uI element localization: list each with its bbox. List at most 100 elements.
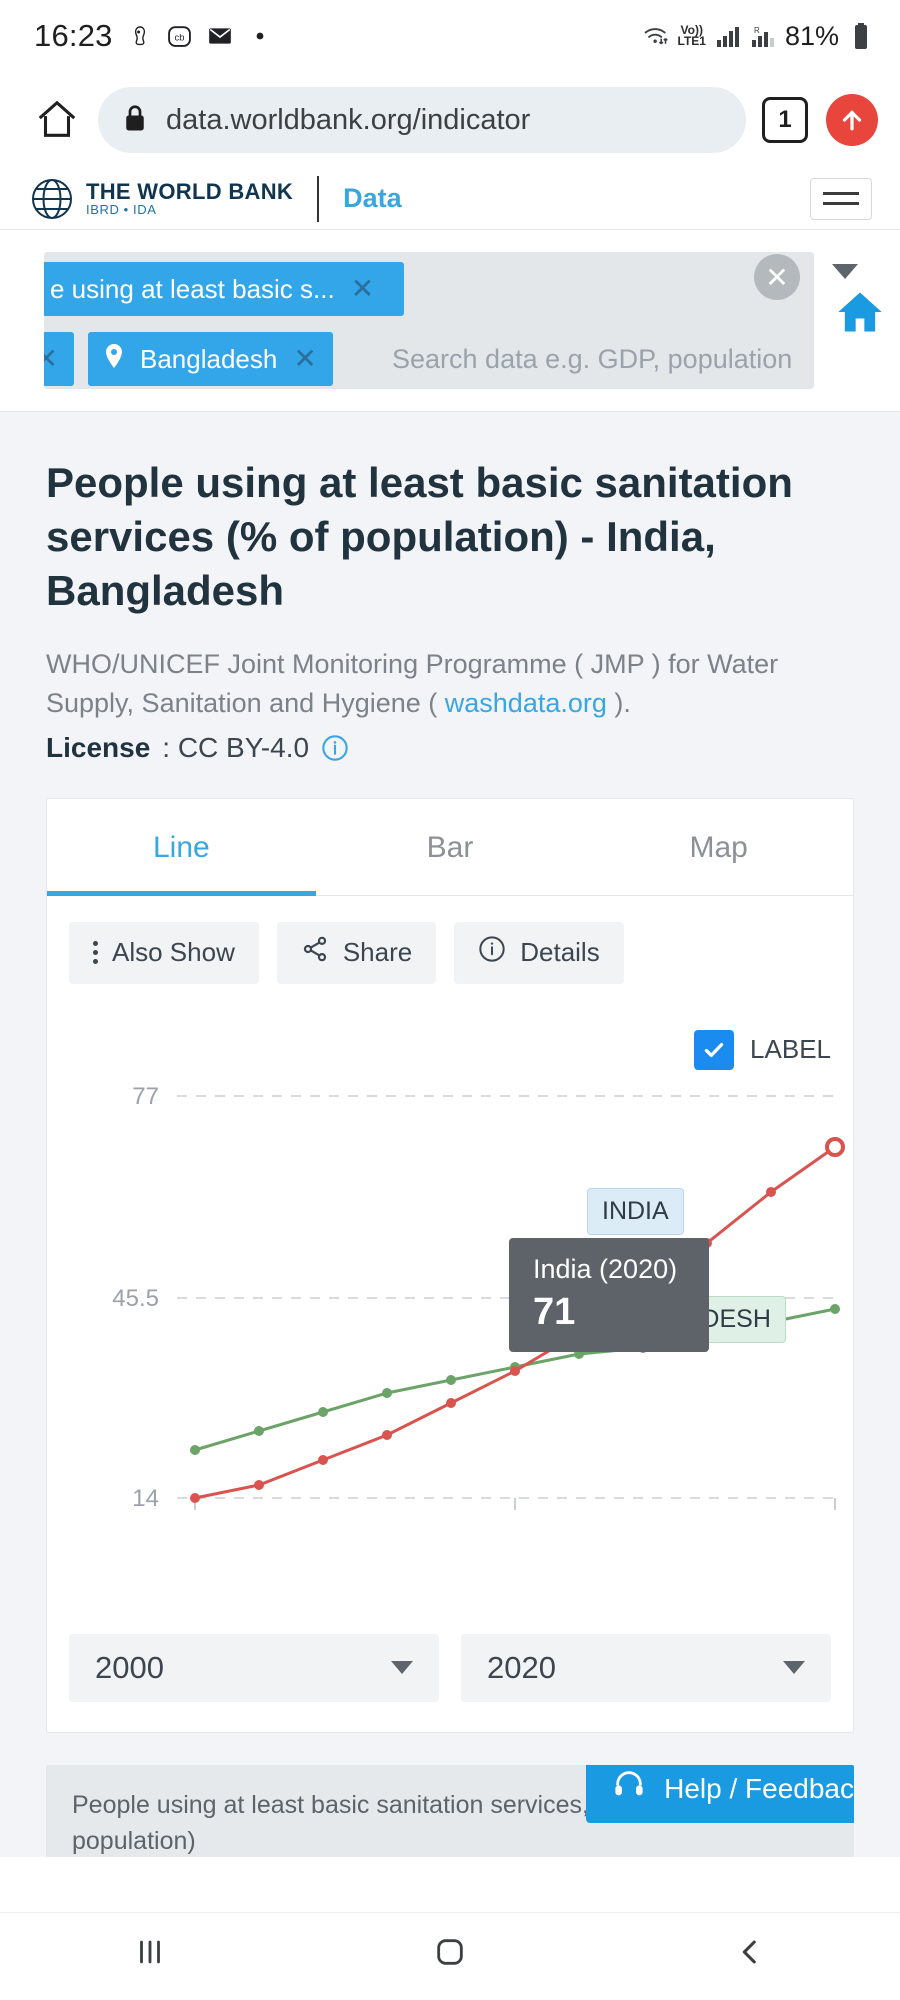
- svg-text:45.5: 45.5: [112, 1285, 159, 1312]
- globe-icon: [28, 175, 76, 223]
- hamburger-icon[interactable]: [810, 177, 872, 220]
- chip-country-bangladesh[interactable]: Bangladesh ✕: [88, 332, 333, 386]
- url-text: data.worldbank.org/indicator: [166, 103, 531, 136]
- close-icon[interactable]: ✕: [293, 345, 316, 373]
- wifi-icon: [643, 23, 669, 49]
- license-value: : CC BY-4.0: [162, 731, 310, 763]
- license-label: License: [46, 731, 151, 763]
- tab-count-button[interactable]: 1: [762, 97, 808, 143]
- close-icon[interactable]: ✕: [351, 275, 374, 303]
- worldbank-logo[interactable]: THE WORLD BANK IBRD • IDA: [28, 175, 293, 223]
- home-icon[interactable]: [26, 89, 88, 151]
- browser-toolbar: data.worldbank.org/indicator 1: [0, 72, 900, 168]
- info-circle-icon: [478, 935, 506, 970]
- chart-tabs: Line Bar Map: [47, 799, 853, 896]
- license-line: License : CC BY-4.0: [0, 724, 900, 764]
- also-show-button[interactable]: Also Show: [69, 921, 259, 984]
- help-feedback-button[interactable]: Help / Feedback: [586, 1764, 854, 1823]
- search-placeholder: Search data e.g. GDP, population: [392, 344, 793, 374]
- share-button[interactable]: Share: [276, 921, 437, 984]
- lock-icon: [122, 103, 148, 138]
- hamburger-line-2: [823, 202, 859, 205]
- kebab-icon: [93, 941, 98, 965]
- brand-title: THE WORLD BANK: [86, 179, 294, 205]
- site-header: THE WORLD BANK IBRD • IDA Data: [0, 168, 900, 230]
- back-chevron-icon[interactable]: [733, 1935, 767, 1978]
- clear-circle-icon[interactable]: ✕: [754, 254, 800, 300]
- source-text-post: ).: [606, 688, 631, 719]
- chart-toolbar: Also Show Share Details: [47, 896, 853, 994]
- caret-down-icon: [783, 1661, 805, 1675]
- home-blue-icon[interactable]: [834, 286, 886, 338]
- recents-icon[interactable]: [133, 1935, 167, 1978]
- search-field[interactable]: e using at least basic s... ✕ ✕ Banglade…: [44, 252, 814, 389]
- chart-tooltip: India (2020) 71: [509, 1237, 709, 1352]
- check-icon[interactable]: [694, 1029, 735, 1070]
- tab-count-label: 1: [778, 106, 792, 133]
- tab-bar[interactable]: Bar: [316, 799, 585, 895]
- svg-text:cb: cb: [175, 32, 185, 42]
- tooltip-value: 71: [533, 1290, 576, 1333]
- share-label: Share: [342, 937, 413, 968]
- info-icon[interactable]: [321, 734, 349, 762]
- year-to-value: 2020: [487, 1649, 556, 1685]
- svg-text:77: 77: [132, 1083, 159, 1110]
- volte-indicator: Vo)) LTE1: [677, 23, 706, 48]
- update-arrow-icon[interactable]: [826, 94, 878, 146]
- page-title: People using at least basic sanitation s…: [46, 459, 793, 614]
- signal-bars-icon-1: [715, 23, 741, 49]
- chip-country-india-partial[interactable]: ✕: [44, 332, 74, 386]
- volte-bottom: LTE1: [677, 34, 706, 48]
- brand-subtitle: IBRD • IDA: [86, 202, 157, 218]
- chip-indicator-label: e using at least basic s...: [50, 273, 335, 304]
- year-from-select[interactable]: 2000: [69, 1633, 439, 1702]
- details-label: Details: [520, 937, 600, 968]
- android-status-bar: 16:23 cb Vo)) LTE1 R 81%: [0, 0, 900, 72]
- label-toggle[interactable]: LABEL: [694, 1029, 831, 1070]
- caret-down-icon: [391, 1661, 413, 1675]
- svg-text:R: R: [754, 26, 760, 35]
- hamburger-line-1: [823, 192, 859, 195]
- close-icon[interactable]: ✕: [44, 345, 58, 373]
- mail-icon: [207, 23, 233, 49]
- bird-icon: [127, 23, 153, 49]
- source-text-pre: WHO/UNICEF Joint Monitoring Programme ( …: [46, 649, 779, 719]
- location-pin-icon: [104, 343, 124, 376]
- tab-line-label: Line: [152, 830, 210, 864]
- tab-line[interactable]: Line: [47, 799, 316, 896]
- status-bar-left: 16:23 cb: [34, 18, 273, 54]
- dot-icon: [247, 23, 273, 49]
- year-to-select[interactable]: 2020: [461, 1633, 831, 1702]
- logo-wordmark: THE WORLD BANK IBRD • IDA: [86, 180, 293, 217]
- chart-card: Line Bar Map Also Show Share Details LAB…: [46, 797, 854, 1733]
- series-india-highlight-point: [825, 1136, 845, 1157]
- related-indicator-bar[interactable]: People using at least basic sanitation s…: [46, 1764, 854, 1857]
- signal-bars-icon-2: R: [750, 23, 776, 49]
- also-show-label: Also Show: [112, 937, 235, 968]
- line-chart[interactable]: LABEL 77 45.5 14 INDIA India (2020) 71: [47, 1008, 853, 1608]
- chip-country-label: Bangladesh: [140, 343, 278, 374]
- series-label-india[interactable]: INDIA: [587, 1187, 684, 1235]
- url-bar[interactable]: data.worldbank.org/indicator: [98, 87, 746, 153]
- header-divider: [317, 175, 320, 222]
- battery-icon: [848, 23, 874, 49]
- search-zone: e using at least basic s... ✕ ✕ Banglade…: [0, 230, 900, 412]
- headset-icon: [612, 1767, 646, 1813]
- status-clock: 16:23: [34, 18, 113, 53]
- android-nav-bar: [0, 1912, 900, 2000]
- cb-badge-icon: cb: [167, 23, 193, 49]
- tab-map-label: Map: [689, 830, 748, 864]
- chip-row-2: ✕ Bangladesh ✕: [44, 332, 333, 386]
- chip-indicator[interactable]: e using at least basic s... ✕: [44, 262, 404, 316]
- washdata-link[interactable]: washdata.org: [445, 688, 607, 718]
- chevron-down-icon[interactable]: [832, 264, 858, 279]
- help-feedback-label: Help / Feedback: [664, 1773, 854, 1805]
- label-toggle-text: LABEL: [750, 1034, 831, 1065]
- source-attribution: WHO/UNICEF Joint Monitoring Programme ( …: [0, 617, 900, 723]
- section-label[interactable]: Data: [343, 183, 402, 214]
- svg-text:14: 14: [132, 1485, 159, 1512]
- home-square-icon[interactable]: [433, 1935, 467, 1978]
- tab-map[interactable]: Map: [584, 799, 853, 895]
- details-button[interactable]: Details: [454, 921, 624, 984]
- year-range-controls: 2000 2020: [47, 1608, 853, 1732]
